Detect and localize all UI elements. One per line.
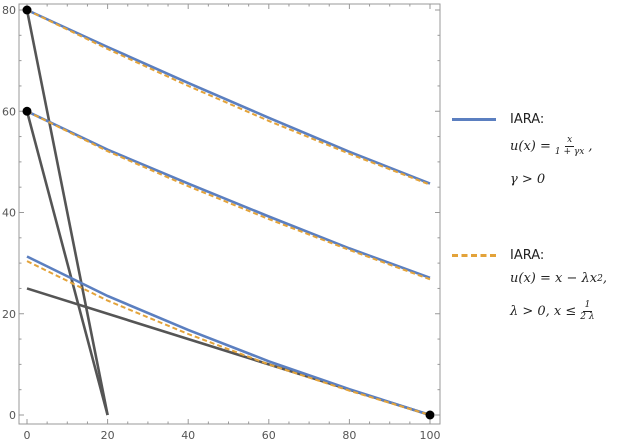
series-1-curve-1 [26, 8, 431, 185]
formula-fraction: x 1 + γx [553, 135, 586, 158]
fraction-numerator: 1 [582, 300, 593, 312]
reference-line-1 [25, 9, 109, 416]
series-lines [26, 8, 431, 417]
legend-item-2: IARA: u(x) = x − λx 2, λ > 0, x ≤ 1 2 λ [452, 248, 620, 323]
x-tick-label: 40 [181, 429, 195, 442]
fraction-denominator: 2 λ [580, 312, 595, 322]
legend-item-1: IARA: u(x) = x 1 + γx , γ > 0 [452, 112, 620, 187]
legend-swatch-dashed [452, 254, 496, 257]
formula-tail: , [588, 139, 593, 154]
reference-lines [25, 9, 431, 417]
points [22, 5, 435, 420]
y-tick-label: 60 [2, 105, 16, 118]
x-tick-label: 80 [342, 429, 356, 442]
condition-lhs: λ > 0, x ≤ [510, 304, 577, 319]
x-tick-label: 60 [262, 429, 276, 442]
condition-fraction: 1 2 λ [578, 300, 596, 323]
legend-swatch-solid [452, 118, 496, 121]
data-point-2 [22, 106, 32, 116]
legend-title-1: IARA: [510, 112, 545, 127]
axes: 0 20 40 60 80 100 0 20 40 60 80 [2, 3, 441, 442]
series-2-curve-2 [26, 110, 431, 281]
plot-frame [18, 3, 441, 425]
formula-lhs: u(x) = [510, 139, 551, 154]
formula-tail: , [602, 271, 607, 286]
x-tick-label: 100 [420, 429, 441, 442]
y-tick-label: 80 [2, 4, 16, 17]
x-tick-label: 0 [24, 429, 31, 442]
legend-formula-1: u(x) = x 1 + γx , [510, 135, 620, 158]
data-point-1 [22, 5, 32, 15]
chart-plot: 0 20 40 60 80 100 0 20 40 60 80 [2, 3, 441, 442]
x-tick-label: 20 [101, 429, 115, 442]
y-tick-label: 0 [9, 409, 16, 422]
legend-condition-1: γ > 0 [510, 172, 546, 187]
data-point-3 [425, 410, 435, 420]
legend-condition-2: λ > 0, x ≤ 1 2 λ [510, 300, 620, 323]
fraction-denominator: 1 + γx [554, 147, 585, 157]
y-tick-label: 40 [2, 207, 16, 220]
series-1-curve-2 [26, 110, 431, 280]
legend-title-2: IARA: [510, 248, 545, 263]
fraction-numerator: x [565, 135, 575, 147]
y-tick-label: 20 [2, 308, 16, 321]
formula-main: u(x) = x − λx [510, 271, 598, 286]
legend-formula-2: u(x) = x − λx 2, [510, 271, 620, 286]
